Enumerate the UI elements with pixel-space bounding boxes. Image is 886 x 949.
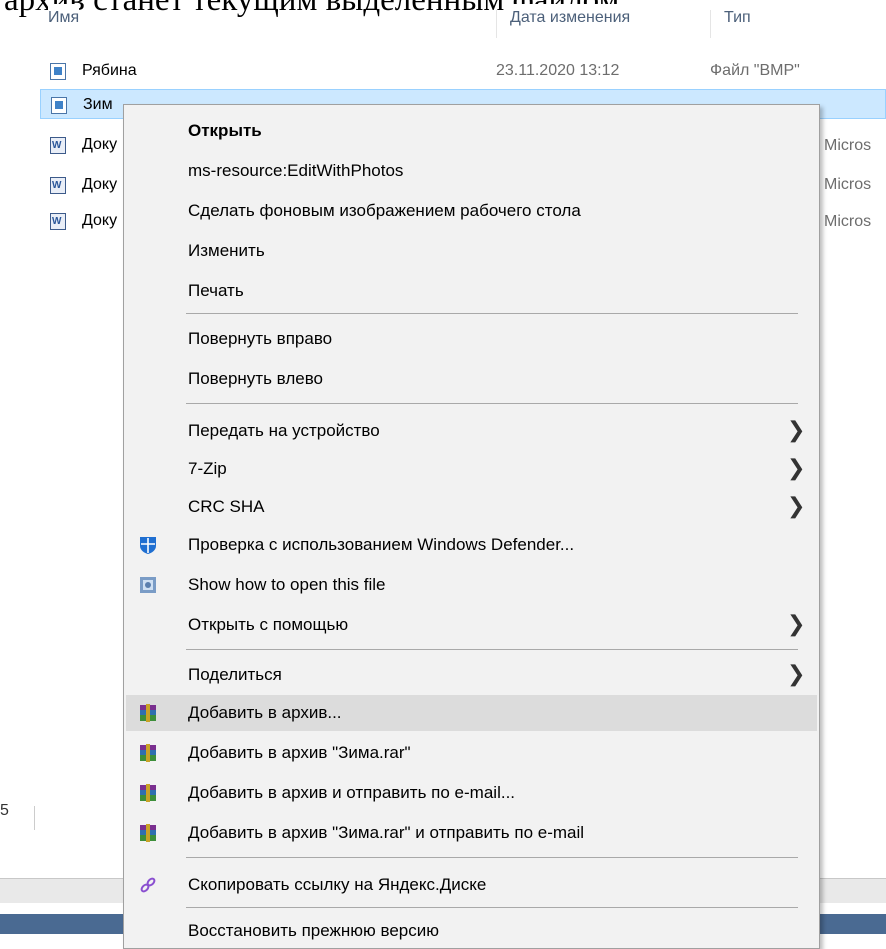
file-type: Micros xyxy=(824,137,872,154)
menu-item-edit[interactable]: Изменить xyxy=(126,233,817,269)
menu-item-label: Добавить в архив "Зима.rar" xyxy=(188,743,411,762)
menu-item-rotate-right[interactable]: Повернуть вправо xyxy=(126,321,817,357)
menu-item-label: Открыть с помощью xyxy=(188,615,349,634)
winrar-icon xyxy=(140,704,156,722)
menu-item-open[interactable]: Открыть xyxy=(126,113,817,149)
winrar-icon xyxy=(140,744,156,762)
column-header-date[interactable]: Дата изменения xyxy=(510,4,631,40)
menu-item-share[interactable]: Поделиться ❯ xyxy=(126,657,817,693)
menu-item-edit-with-photos[interactable]: ms-resource:EditWithPhotos xyxy=(126,153,817,189)
menu-item-label: Поделиться xyxy=(188,665,282,684)
menu-item-add-to-archive-rar[interactable]: Добавить в архив "Зима.rar" xyxy=(126,735,817,771)
file-type: Micros xyxy=(824,213,872,230)
chevron-right-icon: ❯ xyxy=(787,494,806,519)
document-text: архив станет текущим выделенным файлом. xyxy=(4,0,628,18)
column-separator[interactable] xyxy=(496,10,497,38)
winrar-icon xyxy=(140,824,156,842)
menu-item-label: ms-resource:EditWithPhotos xyxy=(188,161,404,180)
menu-item-add-to-archive[interactable]: Добавить в архив... xyxy=(126,695,817,731)
menu-item-windows-defender[interactable]: Проверка с использованием Windows Defend… xyxy=(126,527,817,563)
windows-defender-icon xyxy=(140,537,156,554)
file-type: Файл "BMP" xyxy=(710,62,800,79)
menu-item-add-to-archive-rar-email[interactable]: Добавить в архив "Зима.rar" и отправить … xyxy=(126,815,817,851)
menu-item-set-as-wallpaper[interactable]: Сделать фоновым изображением рабочего ст… xyxy=(126,193,817,229)
menu-item-label: Печать xyxy=(188,281,244,300)
menu-item-yandex-disk-link[interactable]: Скопировать ссылку на Яндекс.Диске xyxy=(126,867,817,903)
menu-item-7zip[interactable]: 7-Zip ❯ xyxy=(126,451,817,487)
menu-item-cast-to-device[interactable]: Передать на устройство ❯ xyxy=(126,413,817,449)
bmp-file-icon xyxy=(51,97,67,114)
context-menu: Открыть ms-resource:EditWithPhotos Сдела… xyxy=(123,104,820,949)
menu-item-label: Повернуть вправо xyxy=(188,329,333,348)
word-document-icon xyxy=(50,131,66,161)
column-header-type[interactable]: Тип xyxy=(724,4,751,40)
menu-separator xyxy=(186,907,798,908)
yandex-link-icon xyxy=(140,877,156,893)
menu-item-label: 7-Zip xyxy=(188,459,227,478)
menu-item-crc-sha[interactable]: CRC SHA ❯ xyxy=(126,489,817,525)
menu-item-label: Добавить в архив и отправить по e-mail..… xyxy=(188,783,516,802)
menu-item-label: Скопировать ссылку на Яндекс.Диске xyxy=(188,875,487,894)
menu-item-label: Передать на устройство xyxy=(188,421,380,440)
status-bar-separator xyxy=(34,806,35,830)
word-document-icon xyxy=(50,207,66,237)
menu-item-add-to-archive-email[interactable]: Добавить в архив и отправить по e-mail..… xyxy=(126,775,817,811)
explorer-window: архив станет текущим выделенным файлом. … xyxy=(0,0,886,949)
window-frame-left xyxy=(0,914,124,934)
menu-item-label: CRC SHA xyxy=(188,497,265,516)
file-name: Зим xyxy=(83,96,113,113)
column-separator[interactable] xyxy=(710,10,711,38)
menu-item-label: Изменить xyxy=(188,241,265,260)
file-row[interactable]: Рябина 23.11.2020 13:12 Файл "BMP" xyxy=(40,56,886,86)
menu-item-open-with[interactable]: Открыть с помощью ❯ xyxy=(126,607,817,643)
menu-item-restore-previous-version[interactable]: Восстановить прежнюю версию xyxy=(126,913,817,949)
menu-item-label: Проверка с использованием Windows Defend… xyxy=(188,535,575,554)
file-name: Доку xyxy=(82,176,118,193)
menu-separator xyxy=(186,649,798,650)
menu-item-label: Открыть xyxy=(188,121,262,140)
file-date: 23.11.2020 13:12 xyxy=(496,62,620,79)
file-type: Micros xyxy=(824,176,872,193)
menu-item-label: Show how to open this file xyxy=(188,575,386,594)
menu-item-label: Повернуть влево xyxy=(188,369,323,388)
status-bar-item-count: 5 xyxy=(0,802,9,819)
file-name: Доку xyxy=(82,136,118,153)
chevron-right-icon: ❯ xyxy=(787,612,806,637)
chevron-right-icon: ❯ xyxy=(787,456,806,481)
chevron-right-icon: ❯ xyxy=(787,418,806,443)
word-document-icon xyxy=(50,171,66,201)
menu-separator xyxy=(186,313,798,314)
menu-separator xyxy=(186,403,798,404)
menu-item-label: Добавить в архив "Зима.rar" и отправить … xyxy=(188,823,585,842)
menu-item-label: Добавить в архив... xyxy=(188,703,342,722)
file-name: Рябина xyxy=(82,62,137,79)
bmp-file-icon xyxy=(50,63,66,80)
file-name: Доку xyxy=(82,212,118,229)
menu-item-label: Восстановить прежнюю версию xyxy=(188,921,439,940)
menu-item-show-how-to-open[interactable]: Show how to open this file xyxy=(126,567,817,603)
chevron-right-icon: ❯ xyxy=(787,662,806,687)
column-header-name[interactable]: Имя xyxy=(48,4,80,40)
menu-item-print[interactable]: Печать xyxy=(126,273,817,309)
winrar-icon xyxy=(140,784,156,802)
open-with-icon xyxy=(140,577,156,593)
menu-separator xyxy=(186,857,798,858)
menu-item-rotate-left[interactable]: Повернуть влево xyxy=(126,361,817,397)
menu-item-label: Сделать фоновым изображением рабочего ст… xyxy=(188,201,581,220)
window-frame-right xyxy=(820,914,886,934)
